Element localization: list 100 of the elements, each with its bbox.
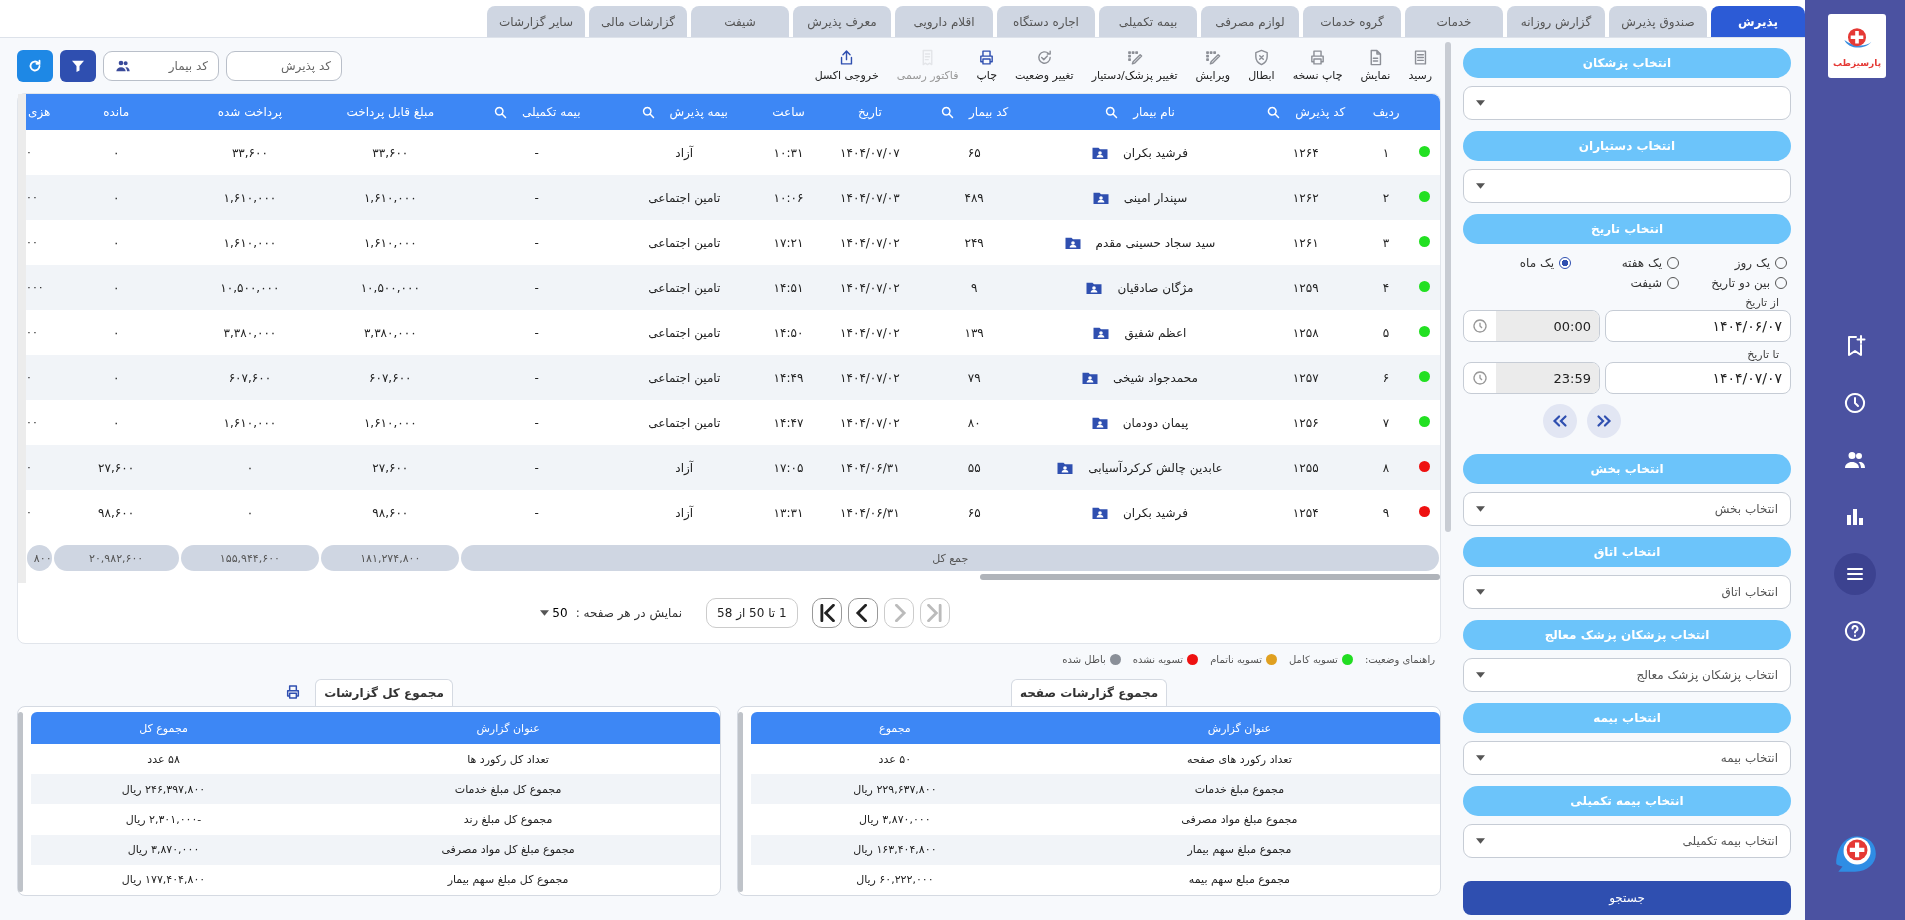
tab[interactable]: بیمه تکمیلی xyxy=(1099,6,1197,37)
tab[interactable]: معرف پذیرش xyxy=(793,6,891,37)
section-header: انتخاب تاریخ xyxy=(1463,214,1791,244)
panel-tab[interactable]: مجموع کل گزارشات xyxy=(315,679,453,706)
table-cell: ۲۴۶,۳۹۷,۸۰۰ ریال xyxy=(121,782,206,796)
section-header: انتخاب اتاق xyxy=(1463,537,1791,567)
table-cell: ۲۷,۶۰۰ xyxy=(372,460,409,475)
section-header: انتخاب دستیاران xyxy=(1463,131,1791,161)
toolbar-button[interactable]: ویرایش xyxy=(1188,49,1238,82)
tab[interactable]: گزارش روزانه xyxy=(1507,6,1605,37)
search-field[interactable]: کد بیمار xyxy=(103,50,219,81)
table-cell: ۱۴۰۴/۰۶/۳۱ xyxy=(840,505,900,520)
legend-label: تسویه نشده xyxy=(1132,654,1184,665)
table-cell: ۴۸۹ xyxy=(964,190,984,205)
toolbar-button[interactable]: رسید xyxy=(1401,49,1439,82)
legend-label: تسویه کامل xyxy=(1288,654,1338,665)
table-cell: آزاد xyxy=(675,505,694,520)
radio-option[interactable]: یک هفته xyxy=(1571,256,1679,270)
patient-name: سید سجاد حسینی مقدم xyxy=(1095,235,1216,250)
table-cell: ۱۰:۳۱ xyxy=(773,145,804,160)
table-cell: ۱۴۰۴/۰۷/۰۳ xyxy=(840,190,900,205)
toolbar-button[interactable]: چاپ نسخه xyxy=(1285,49,1350,82)
toolbar-button[interactable]: خروجی اکسل xyxy=(807,49,886,82)
table-cell: ۹ xyxy=(970,280,978,295)
radio-option[interactable]: شیفت xyxy=(1571,276,1679,290)
table-cell: -۲,۳۰۱,۰۰۰ ریال xyxy=(125,812,202,826)
table-cell: ۱۴:۴۹ xyxy=(773,370,804,385)
radio-option[interactable]: یک ماه xyxy=(1463,256,1571,270)
table-cell: - xyxy=(534,190,539,205)
table-cell: - xyxy=(534,145,539,160)
tab[interactable]: گزارشات مالی xyxy=(588,6,687,37)
search-field[interactable]: کد پذیرش xyxy=(226,50,342,81)
tab[interactable]: اقلام دارویی xyxy=(895,6,993,37)
table-cell: ۰ xyxy=(112,415,120,430)
tab[interactable]: شیفت xyxy=(691,6,789,37)
tab[interactable]: اجاره دستگاه xyxy=(997,6,1095,37)
table-cell: ۱۴۰۴/۰۷/۰۲ xyxy=(840,235,900,250)
dropdown-field[interactable]: انتخاب بیمه تکمیلی xyxy=(1463,824,1791,858)
dropdown-field[interactable]: انتخاب اتاق xyxy=(1463,575,1791,609)
total-amount: ۱۵۵,۹۴۴,۶۰۰ xyxy=(180,545,320,571)
dropdown-field[interactable]: انتخاب پزشکان پزشک معالج xyxy=(1463,658,1791,692)
column-header: ردیف xyxy=(1372,105,1400,119)
table-cell: ۰۰ xyxy=(26,326,38,339)
radio-option[interactable]: یک روز xyxy=(1679,256,1787,270)
table-cell: مجموع مبلغ مواد مصرفی xyxy=(1181,812,1298,826)
total-label: جمع کل xyxy=(461,545,1439,571)
table-cell: ۱۲۵۹ xyxy=(1292,280,1319,295)
dropdown-field[interactable]: انتخاب بخش xyxy=(1463,492,1791,526)
table-cell: ۲۲۹,۶۳۷,۸۰۰ ریال xyxy=(853,782,937,796)
toolbar-button[interactable]: نمایش xyxy=(1353,49,1398,82)
radio-option[interactable]: بین دو تاریخ xyxy=(1679,276,1787,290)
table-cell: ۱۴:۵۱ xyxy=(773,280,804,295)
patient-name: مژگان صادقیان xyxy=(1117,280,1194,295)
table-cell: ۶۰۷,۶۰۰ xyxy=(369,370,412,385)
tab[interactable]: پذیرش xyxy=(1711,6,1805,37)
date-field[interactable]: ۱۴۰۴/۰۶/۰۷ xyxy=(1605,310,1791,342)
table-cell: ۱۲۵۶ xyxy=(1292,415,1319,430)
column-header: عنوان گزارش xyxy=(1207,721,1272,735)
page-range: 1 تا 50 از 58 xyxy=(706,598,798,628)
panel-tab[interactable]: مجموع گزارشات صفحه xyxy=(1010,679,1168,706)
table-cell: مجموع کل مبلغ رند xyxy=(463,812,553,826)
column-header: بیمه پذیرش xyxy=(669,105,728,119)
time-field[interactable]: 00:00 xyxy=(1463,310,1600,342)
section-header: انتخاب بیمه تکمیلی xyxy=(1463,786,1791,816)
table-cell: ۱۰:۰۶ xyxy=(773,190,804,205)
table-cell: ۱۲۵۴ xyxy=(1292,505,1319,520)
table-cell: ۲۷,۶۰۰ xyxy=(98,460,135,475)
table-cell: - xyxy=(534,325,539,340)
toolbar-button[interactable]: تغییر وضعیت xyxy=(1008,49,1081,82)
toolbar-button[interactable]: ابطال xyxy=(1241,49,1282,82)
per-page-dropdown[interactable]: 50 xyxy=(538,606,570,620)
table-cell: ۱۰,۵۰۰,۰۰۰ xyxy=(360,280,420,295)
table-cell: ۸۰ xyxy=(967,415,981,430)
tab[interactable]: لوازم مصرفی xyxy=(1201,6,1299,37)
toolbar-button[interactable]: چاپ xyxy=(969,49,1004,82)
table-cell: ۶۰,۲۲۲,۰۰۰ ریال xyxy=(856,873,934,887)
table-cell: ۱۴۰۴/۰۶/۳۱ xyxy=(840,460,900,475)
patient-name: فرشید بکران xyxy=(1123,145,1188,160)
table-cell: ۶۵ xyxy=(967,145,981,160)
patient-name: فرشید بکران xyxy=(1123,505,1188,520)
table-cell: تامین اجتماعی xyxy=(648,370,721,385)
table-cell: ۱۰,۵۰۰,۰۰۰ xyxy=(220,280,280,295)
toolbar-button[interactable]: تغییر پزشک/دستیار xyxy=(1084,49,1185,82)
section-header: انتخاب پزشکان xyxy=(1463,48,1791,78)
table-cell: ۱۷۷,۴۰۴,۸۰۰ ریال xyxy=(121,873,206,887)
tab[interactable]: گروه خدمات xyxy=(1303,6,1401,37)
time-field[interactable]: 23:59 xyxy=(1463,362,1600,394)
table-cell: مجموع مبلع سهم بیمه xyxy=(1188,873,1290,887)
table-cell: ۹۸,۶۰۰ xyxy=(372,505,409,520)
column-header: مبلغ قابل پرداخت xyxy=(346,105,435,119)
patient-name: سپندار امینی xyxy=(1123,190,1188,205)
tab[interactable]: صندوق پذیرش xyxy=(1609,6,1707,37)
tab[interactable]: خدمات xyxy=(1405,6,1503,37)
table-cell: ۱,۶۱۰,۰۰۰ xyxy=(363,190,417,205)
dropdown-field[interactable]: انتخاب بیمه xyxy=(1463,741,1791,775)
column-header: کد پذیرش xyxy=(1295,105,1346,119)
per-page-label: نمایش در هر صفحه : xyxy=(575,606,683,620)
search-button[interactable]: جستجو xyxy=(1463,881,1791,915)
date-field[interactable]: ۱۴۰۴/۰۷/۰۷ xyxy=(1605,362,1791,394)
tab[interactable]: سایر گزارشات xyxy=(486,6,585,37)
